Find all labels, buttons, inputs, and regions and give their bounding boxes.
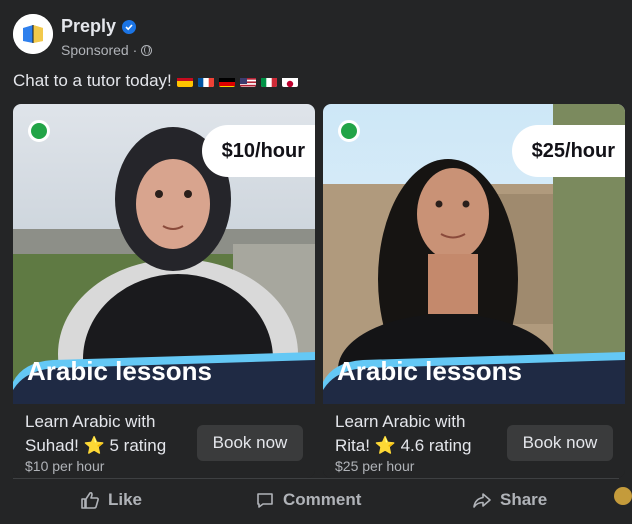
caption-text: Chat to a tutor today!: [13, 71, 172, 90]
card-subtext: $25 per hour: [335, 458, 415, 474]
comment-bubble-icon: [257, 493, 273, 508]
thumbs-up-icon: [81, 491, 99, 509]
like-button[interactable]: Like: [80, 488, 142, 512]
card-description: Learn Arabic with Rita! ⭐ 4.6 rating: [335, 412, 472, 455]
reaction-avatar-icon[interactable]: [614, 487, 632, 505]
like-label[interactable]: Like: [108, 490, 142, 510]
italy-flag-icon: [260, 75, 277, 87]
post-caption: Chat to a tutor today!: [13, 71, 298, 91]
preply-logo-avatar[interactable]: [13, 14, 53, 54]
card-title: Arabic lessons: [337, 356, 522, 386]
comment-button[interactable]: Comment: [255, 488, 361, 512]
card-subtext: $10 per hour: [25, 458, 105, 474]
advertiser-name[interactable]: Preply: [61, 16, 137, 37]
japan-flag-icon: [281, 75, 298, 87]
germany-flag-icon: [218, 75, 235, 87]
price-tag: $10/hour: [201, 125, 315, 177]
share-button[interactable]: Share: [472, 488, 547, 512]
tutor-card[interactable]: $10/hour Arabic lessons Learn Arabic wit…: [13, 104, 315, 478]
usa-flag-icon: [239, 75, 256, 87]
verified-badge-icon: [122, 19, 137, 34]
sponsored-text[interactable]: Sponsored ·: [61, 42, 137, 58]
spain-flag-icon: [176, 75, 193, 87]
actions-divider: [13, 478, 619, 479]
tutor-card[interactable]: $25/hour Arabic lessons Learn Arabic wit…: [323, 104, 625, 478]
share-arrow-icon: [473, 493, 491, 508]
card-title: Arabic lessons: [27, 356, 212, 386]
book-now-button[interactable]: Book now: [197, 425, 303, 461]
book-now-button[interactable]: Book now: [507, 425, 613, 461]
online-status-indicator: [338, 120, 360, 142]
share-label[interactable]: Share: [500, 490, 547, 510]
sponsored-post: Preply Sponsored · Chat to a tutor today…: [0, 0, 632, 524]
france-flag-icon: [197, 75, 214, 87]
card-description: Learn Arabic with Suhad! ⭐ 5 rating: [25, 412, 167, 455]
advertiser-name-text[interactable]: Preply: [61, 16, 116, 37]
globe-icon: [141, 44, 153, 56]
online-status-indicator: [28, 120, 50, 142]
price-tag: $25/hour: [511, 125, 625, 177]
sponsored-label[interactable]: Sponsored ·: [61, 42, 153, 58]
comment-label[interactable]: Comment: [283, 490, 361, 510]
